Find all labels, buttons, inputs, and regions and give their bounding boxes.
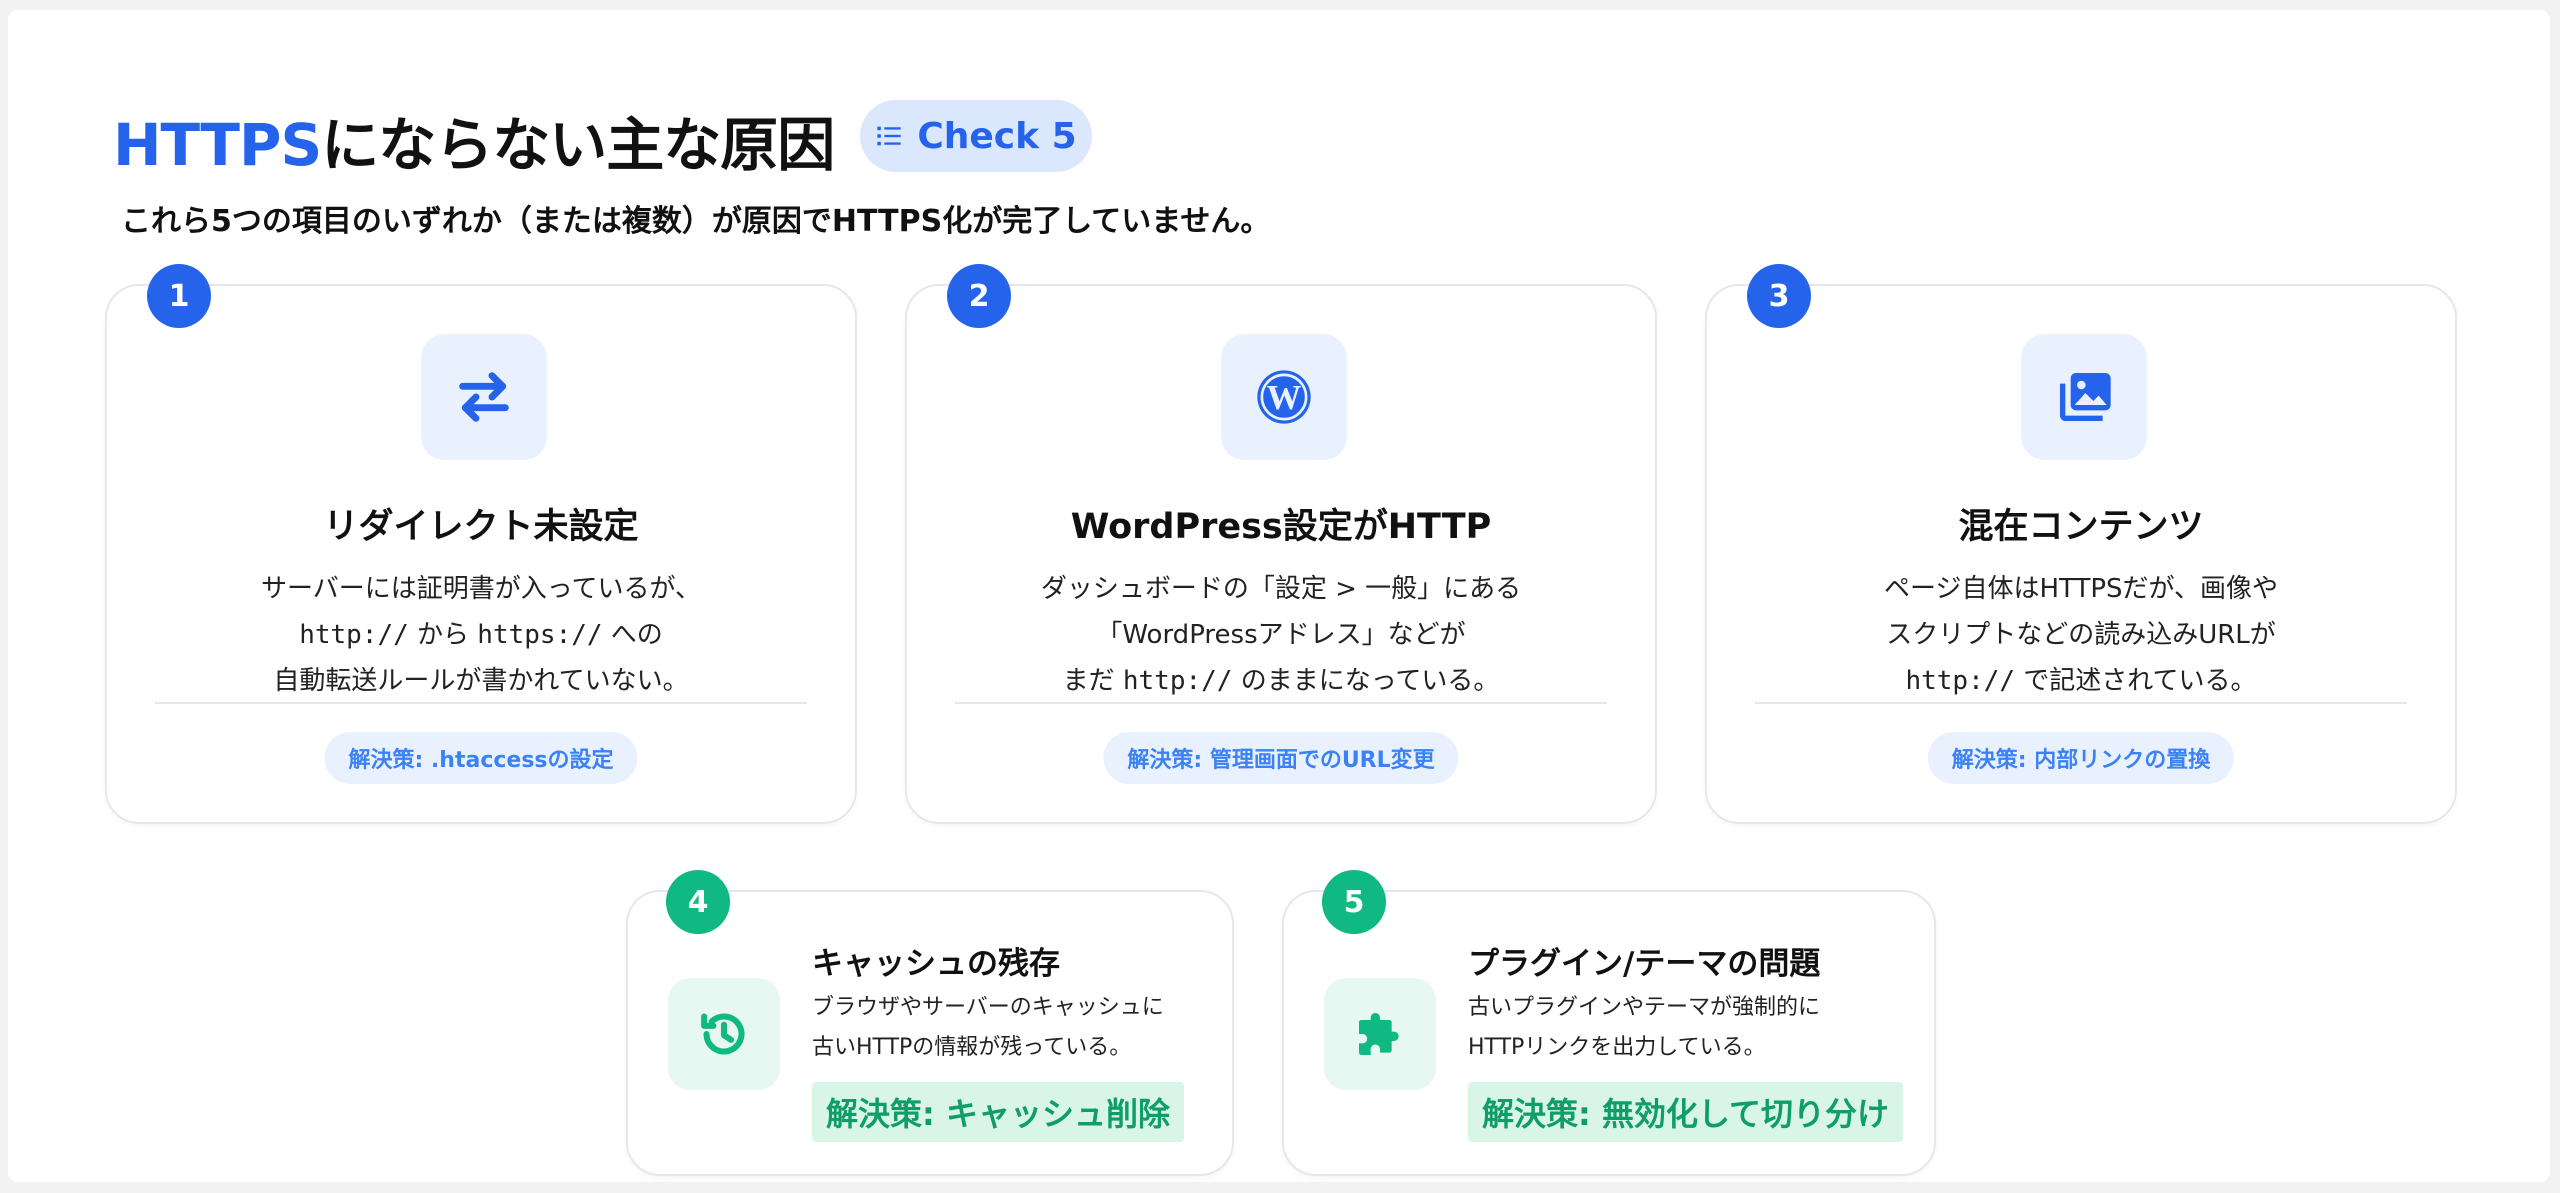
card-number-badge: 5 — [1322, 870, 1386, 934]
desc-text: で記述されている。 — [2015, 666, 2257, 696]
list-icon — [877, 126, 901, 146]
page-container: HTTPSにならない主な原因 Check 5 これら5つの項目のいずれか（または… — [8, 10, 2550, 1182]
cause-card-mixed-content: 3 混在コンテンツ ページ自体はHTTPSだが、画像や スクリプトなどの読み込み… — [1705, 264, 2457, 824]
solution-badge: 解決策: 内部リンクの置換 — [1927, 732, 2235, 784]
cause-card-wordpress-settings: 2 W WordPress設定がHTTP ダッシュボードの「設定 > 一般」にあ… — [905, 264, 1657, 824]
desc-line: 古いHTTPの情報が残っている。 — [812, 1035, 1132, 1060]
card-icon-box — [2021, 334, 2147, 460]
page-subtitle: これら5つの項目のいずれか（または複数）が原因でHTTPS化が完了していません。 — [121, 204, 1271, 239]
solution-badge: 解決策: 管理画面でのURL変更 — [1103, 732, 1459, 784]
desc-line: サーバーには証明書が入っているが、 — [261, 574, 701, 604]
image-stack-icon — [2060, 373, 2111, 421]
cause-card-cache: 4 キャッシュの残存 ブラウザやサーバーのキャッシュに 古いHTTPの情報が残っ… — [626, 870, 1234, 1176]
check-count-label: Check 5 — [917, 115, 1077, 157]
desc-line: http:// から https:// への — [107, 612, 855, 658]
code-text: https:// — [477, 620, 603, 650]
card-icon-box — [421, 334, 547, 460]
card-title: 混在コンテンツ — [1958, 507, 2204, 547]
history-icon — [701, 1013, 745, 1055]
desc-line: ブラウザやサーバーのキャッシュに — [812, 995, 1164, 1020]
title-rest: にならない主な原因 — [321, 111, 835, 179]
desc-line: ページ自体はHTTPSだが、画像や — [1883, 574, 2278, 604]
desc-line: スクリプトなどの読み込みURLが — [1886, 620, 2276, 650]
card-title: キャッシュの残存 — [812, 946, 1060, 982]
card-description: 古いプラグインやテーマが強制的に HTTPリンクを出力している。 — [1468, 988, 1820, 1068]
desc-text: への — [602, 620, 663, 650]
card-divider — [155, 702, 807, 704]
desc-text: まだ — [1062, 666, 1123, 696]
solution-badge: 解決策: 無効化して切り分け — [1468, 1082, 1903, 1142]
card-title: WordPress設定がHTTP — [1070, 507, 1492, 547]
desc-line: 古いプラグインやテーマが強制的に — [1468, 995, 1821, 1020]
desc-line: まだ http:// のままになっている。 — [907, 658, 1655, 704]
solution-badge: 解決策: .htaccessの設定 — [324, 732, 638, 784]
card-description: ダッシュボードの「設定 > 一般」にある 「WordPressアドレス」などが … — [907, 566, 1655, 704]
solution-badge: 解決策: キャッシュ削除 — [812, 1082, 1184, 1142]
swap-arrows-icon — [459, 372, 509, 422]
desc-line: http:// で記述されている。 — [1707, 658, 2455, 704]
card-description: サーバーには証明書が入っているが、 http:// から https:// への… — [107, 566, 855, 704]
check-count-badge: Check 5 — [860, 100, 1092, 172]
code-text: http:// — [1905, 666, 2016, 696]
card-title: リダイレクト未設定 — [323, 507, 639, 547]
cause-card-redirect: 1 リダイレクト未設定 サーバーには証明書が入っているが、 http:// から… — [105, 264, 857, 824]
desc-line: 自動転送ルールが書かれていない。 — [273, 666, 689, 696]
code-text: http:// — [1122, 666, 1233, 696]
card-divider — [1755, 702, 2407, 704]
cause-card-plugin-theme: 5 プラグイン/テーマの問題 古いプラグインやテーマが強制的に HTTPリンクを… — [1282, 870, 1936, 1176]
svg-text:W: W — [1267, 379, 1302, 417]
card-description: ページ自体はHTTPSだが、画像や スクリプトなどの読み込みURLが http:… — [1707, 566, 2455, 704]
card-number-badge: 2 — [947, 264, 1011, 328]
card-divider — [955, 702, 1607, 704]
desc-text: のままになっている。 — [1232, 666, 1500, 696]
card-number-badge: 4 — [666, 870, 730, 934]
card-icon-box: W — [1221, 334, 1347, 460]
desc-line: ダッシュボードの「設定 > 一般」にある — [1040, 574, 1522, 604]
desc-line: HTTPリンクを出力している。 — [1468, 1035, 1766, 1060]
card-number-badge: 1 — [147, 264, 211, 328]
title-accent: HTTPS — [113, 111, 322, 179]
page-title: HTTPSにならない主な原因 — [113, 98, 835, 182]
card-title: プラグイン/テーマの問題 — [1468, 946, 1821, 982]
desc-line: 「WordPressアドレス」などが — [1096, 620, 1466, 650]
wordpress-icon: W — [1257, 370, 1311, 424]
card-icon-box — [1324, 978, 1436, 1090]
card-description: ブラウザやサーバーのキャッシュに 古いHTTPの情報が残っている。 — [812, 988, 1164, 1068]
desc-text: から — [408, 620, 478, 650]
code-text: http:// — [299, 620, 409, 650]
puzzle-icon — [1359, 1013, 1399, 1055]
card-number-badge: 3 — [1747, 264, 1811, 328]
card-icon-box — [668, 978, 780, 1090]
